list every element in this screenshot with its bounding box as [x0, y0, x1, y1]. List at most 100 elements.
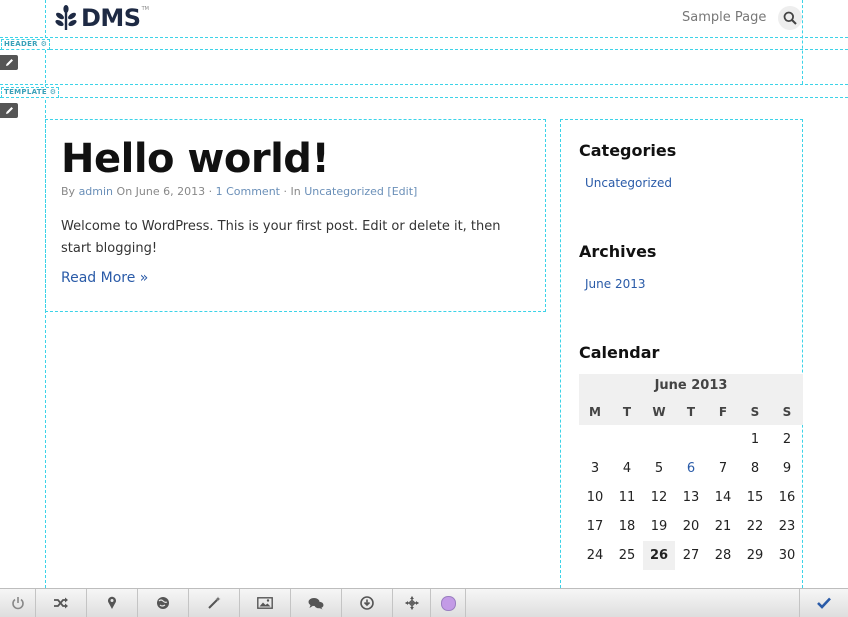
calendar-day: 27	[682, 548, 700, 563]
template-area-label: TEMPLATE	[4, 88, 47, 96]
calendar-day: 17	[586, 519, 604, 534]
calendar-week-row: 12	[579, 425, 803, 454]
calendar-week-row: 24 25 26 27 28 29 30	[579, 541, 803, 570]
calendar-day: 10	[586, 490, 604, 505]
calendar-caption: June 2013	[579, 374, 803, 398]
calendar-day: 3	[590, 461, 600, 476]
calendar-weekday: S	[771, 398, 803, 425]
category-link[interactable]: Uncategorized	[304, 185, 384, 198]
guide-line	[0, 97, 848, 98]
cog-icon: ⚙	[49, 88, 57, 96]
calendar-day: 22	[746, 519, 764, 534]
calendar-week-row: 10 11 12 13 14 15 16	[579, 483, 803, 512]
calendar-day: 11	[618, 490, 636, 505]
category-item-uncategorized[interactable]: Uncategorized	[585, 176, 672, 190]
cog-icon: ⚙	[40, 40, 48, 48]
guide-line	[802, 0, 803, 84]
download-icon	[360, 596, 374, 610]
calendar-day: 5	[654, 461, 664, 476]
logo-text: DMS	[81, 4, 141, 32]
power-button[interactable]	[0, 589, 36, 617]
meta-date: On June 6, 2013 ·	[116, 185, 213, 198]
calendar-day: 13	[682, 490, 700, 505]
search-button[interactable]	[778, 6, 802, 30]
image-icon	[257, 597, 273, 609]
guide-line	[0, 84, 848, 85]
calendar-empty-cell	[675, 425, 707, 454]
nav-sample-page[interactable]: Sample Page	[682, 10, 766, 25]
calendar-day: 30	[778, 548, 796, 563]
power-icon	[11, 597, 24, 610]
archive-item-june-2013[interactable]: June 2013	[585, 277, 646, 291]
calendar-widget: June 2013 MTWTFSS 1 2 3 4 5 6 7 8 9 10 11 12 13 14 15 1…	[579, 374, 803, 570]
guide-line	[0, 37, 848, 38]
calendar-day-today: 26	[643, 541, 675, 570]
calendar-weekday: S	[739, 398, 771, 425]
calendar-day: 20	[682, 519, 700, 534]
map-pin-button[interactable]	[87, 589, 138, 617]
calendar-empty-cell	[611, 425, 643, 454]
post-excerpt: Welcome to WordPress. This is your first…	[61, 219, 501, 256]
calendar-day: 12	[650, 490, 668, 505]
calendar-day: 2	[782, 432, 792, 447]
comments-link[interactable]: 1 Comment	[216, 185, 280, 198]
magic-wand-button[interactable]	[189, 589, 240, 617]
author-link[interactable]: admin	[79, 185, 113, 198]
calendar-empty-cell	[579, 425, 611, 454]
calendar-day: 25	[618, 548, 636, 563]
calendar-day[interactable]: 6	[675, 454, 707, 483]
post-meta: By admin On June 6, 2013 · 1 Comment · I…	[61, 185, 417, 198]
calendar-day: 1	[750, 432, 760, 447]
shuffle-icon	[54, 597, 68, 609]
globe-button[interactable]	[138, 589, 189, 617]
check-icon	[817, 597, 831, 609]
calendar-weekday: M	[579, 398, 611, 425]
header-area-label: HEADER	[4, 40, 38, 48]
header-area-tag[interactable]: HEADER ⚙	[1, 39, 51, 50]
shuffle-button[interactable]	[36, 589, 87, 617]
calendar-empty-cell	[643, 425, 675, 454]
calendar-day: 9	[782, 461, 792, 476]
move-button[interactable]	[393, 589, 431, 617]
edit-template-button[interactable]	[0, 103, 18, 118]
move-icon	[405, 596, 418, 610]
image-button[interactable]	[240, 589, 291, 617]
logo-trademark: TM	[141, 6, 149, 12]
calendar-day: 15	[746, 490, 764, 505]
globe-icon	[157, 597, 169, 609]
comments-button[interactable]	[291, 589, 342, 617]
calendar-day: 14	[714, 490, 732, 505]
color-swatch-button[interactable]	[431, 589, 466, 617]
template-area-tag[interactable]: TEMPLATE ⚙	[1, 87, 60, 98]
calendar-empty-cell	[707, 425, 739, 454]
calendar-weekday: F	[707, 398, 739, 425]
calendar-day: 7	[718, 461, 728, 476]
edit-header-button[interactable]	[0, 55, 18, 70]
calendar-weekday: W	[643, 398, 675, 425]
color-swatch-icon	[440, 595, 456, 611]
search-icon	[783, 11, 797, 25]
edit-post-link[interactable]: [Edit]	[387, 185, 417, 198]
comments-icon	[308, 597, 324, 609]
calendar-weekday: T	[611, 398, 643, 425]
calendar-day: 29	[746, 548, 764, 563]
categories-title: Categories	[579, 141, 677, 160]
download-button[interactable]	[342, 589, 393, 617]
calendar-week-row: 17 18 19 20 21 22 23	[579, 512, 803, 541]
read-more-link[interactable]: Read More »	[61, 270, 148, 286]
calendar-week-row: 3 4 567 8 9	[579, 454, 803, 483]
site-logo[interactable]: DMS TM	[55, 4, 149, 32]
post-title[interactable]: Hello world!	[61, 134, 330, 184]
calendar-day: 19	[650, 519, 668, 534]
pencil-icon	[5, 107, 13, 114]
calendar-day: 18	[618, 519, 636, 534]
calendar-title: Calendar	[579, 343, 660, 362]
map-pin-icon	[108, 596, 116, 609]
leaf-logo-icon	[55, 5, 77, 30]
calendar-day: 28	[714, 548, 732, 563]
calendar-day: 4	[622, 461, 632, 476]
calendar-day: 23	[778, 519, 796, 534]
calendar-day: 21	[714, 519, 732, 534]
save-check-button[interactable]	[799, 589, 848, 617]
